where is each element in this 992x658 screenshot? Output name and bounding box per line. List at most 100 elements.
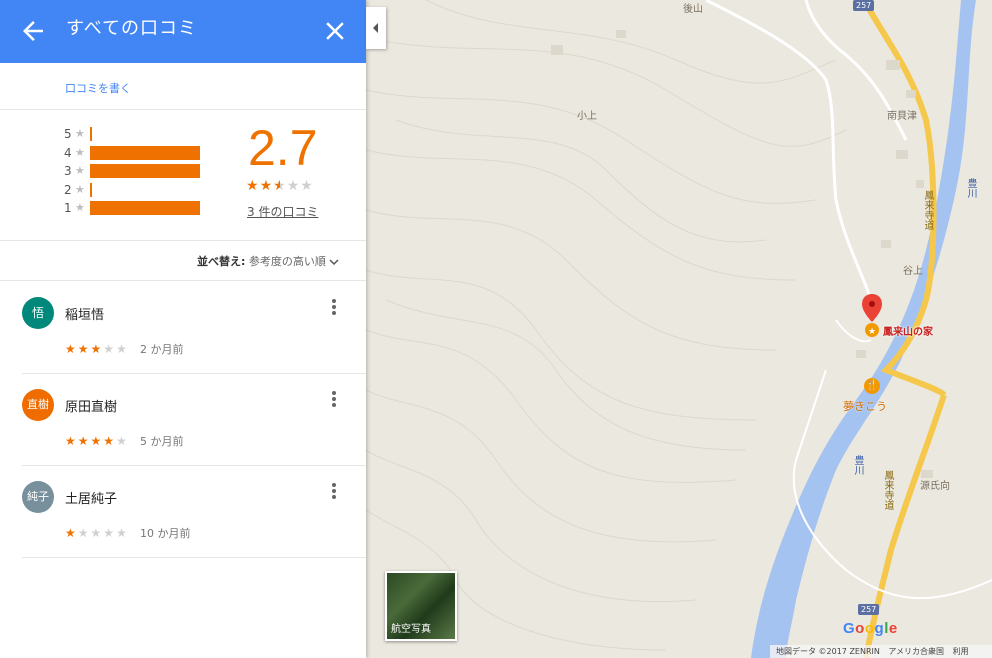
place-name-label[interactable]: 鳳来山の家 bbox=[883, 323, 933, 338]
star-icon: ★ bbox=[246, 178, 260, 194]
avatar[interactable]: 純子 bbox=[22, 481, 54, 513]
more-vert-icon bbox=[332, 483, 336, 487]
star-icon: ★ bbox=[103, 434, 117, 448]
divider bbox=[22, 557, 366, 558]
review-time: 10 か月前 bbox=[140, 527, 191, 540]
chevron-down-icon bbox=[329, 259, 339, 266]
route-shield: 257 bbox=[858, 604, 880, 615]
write-review-link[interactable]: 口コミを書く bbox=[65, 80, 131, 96]
review-count-link[interactable]: 3 件の口コミ bbox=[247, 203, 318, 220]
review-menu-button[interactable] bbox=[326, 297, 342, 321]
attribution-data[interactable]: 地図データ ©2017 ZENRIN bbox=[776, 647, 880, 656]
sort-dropdown[interactable]: 並べ替え: 参考度の高い順 bbox=[197, 253, 339, 269]
panel-header: すべての口コミ bbox=[0, 0, 366, 63]
review-stars: ★★★★★ bbox=[65, 342, 129, 356]
star-icon: ★ bbox=[259, 178, 274, 194]
average-rating-stars: ★★★★★ bbox=[246, 178, 314, 194]
reviewer-name[interactable]: 土居純子 bbox=[65, 488, 117, 507]
map-label: 南貝津 bbox=[887, 111, 917, 122]
map-pin-dot bbox=[869, 301, 875, 307]
review-time: 2 か月前 bbox=[140, 343, 184, 356]
histogram-star-count: 5 bbox=[64, 127, 72, 141]
star-icon: ★ bbox=[103, 342, 117, 356]
review-stars: ★★★★★ bbox=[65, 434, 129, 448]
star-icon: ★ bbox=[75, 127, 85, 140]
star-poi-glyph: ★ bbox=[868, 327, 876, 337]
more-vert-icon bbox=[332, 403, 336, 407]
chevron-left-icon bbox=[373, 23, 378, 33]
river-label: 豊川 bbox=[965, 178, 976, 198]
star-icon: ★ bbox=[116, 526, 129, 540]
divider bbox=[22, 465, 366, 466]
sort-value: 参考度の高い順 bbox=[248, 255, 326, 268]
average-rating: 2.7 bbox=[248, 120, 318, 176]
star-icon: ★ bbox=[77, 342, 91, 356]
aerial-view-label: 航空写真 bbox=[391, 624, 431, 635]
river-label: 豊川 bbox=[852, 455, 863, 475]
star-icon: ★ bbox=[103, 526, 117, 540]
panel-title: すべての口コミ bbox=[66, 18, 198, 39]
review-menu-button[interactable] bbox=[326, 481, 342, 505]
star-icon: ★ bbox=[90, 342, 104, 356]
reviewer-name[interactable]: 稲垣悟 bbox=[65, 304, 104, 323]
histogram-star-count: 1 bbox=[64, 201, 72, 215]
attribution-region[interactable]: アメリカ合衆国 bbox=[888, 647, 944, 656]
star-icon: ★ bbox=[65, 434, 78, 448]
restaurant-label[interactable]: 夢きこう bbox=[843, 398, 887, 414]
close-icon bbox=[326, 22, 344, 40]
avatar[interactable]: 直樹 bbox=[22, 389, 54, 421]
review-item: 悟 稲垣悟 ★★★★★ 2 か月前 bbox=[0, 297, 366, 389]
review-item: 直樹 原田直樹 ★★★★★ 5 か月前 bbox=[0, 389, 366, 481]
close-button[interactable] bbox=[320, 16, 350, 46]
more-vert-icon bbox=[332, 391, 336, 395]
more-vert-icon bbox=[332, 489, 336, 493]
review-stars: ★★★★★ bbox=[65, 526, 129, 540]
histogram-bar bbox=[90, 145, 200, 160]
google-logo: Google bbox=[843, 620, 898, 637]
divider bbox=[0, 109, 366, 110]
arrow-left-icon bbox=[23, 21, 43, 41]
star-icon: ★ bbox=[116, 434, 129, 448]
attribution-terms[interactable]: 利用 bbox=[953, 647, 969, 656]
more-vert-icon bbox=[332, 311, 336, 315]
reviewer-name[interactable]: 原田直樹 bbox=[65, 396, 117, 415]
star-icon: ★ bbox=[65, 526, 78, 540]
back-button[interactable] bbox=[18, 16, 48, 46]
star-icon: ★ bbox=[75, 201, 85, 214]
star-icon: ★ bbox=[273, 178, 287, 194]
map-label: 谷上 bbox=[903, 266, 923, 277]
road-label: 鳳来寺道 bbox=[882, 470, 893, 510]
star-icon: ★ bbox=[77, 526, 91, 540]
route-shield: 257 bbox=[853, 0, 875, 11]
more-vert-icon bbox=[332, 299, 336, 303]
reviews-panel: すべての口コミ 口コミを書く 5 ★ 4 ★ 3 ★ 2 ★ 1 ★ 2.7 ★★★★★ 3 件の… bbox=[0, 0, 366, 658]
aerial-view-toggle[interactable]: 航空写真 bbox=[385, 571, 457, 641]
review-time: 5 か月前 bbox=[140, 435, 184, 448]
histogram-bar bbox=[90, 201, 200, 215]
star-icon: ★ bbox=[90, 434, 104, 448]
star-icon: ★ bbox=[77, 434, 91, 448]
avatar[interactable]: 悟 bbox=[22, 297, 54, 329]
divider bbox=[0, 280, 366, 281]
map-attribution: 地図データ ©2017 ZENRIN アメリカ合衆国 利用 bbox=[770, 645, 992, 658]
review-item: 純子 土居純子 ★★★★★ 10 か月前 bbox=[0, 481, 366, 573]
star-icon: ★ bbox=[116, 342, 129, 356]
star-icon: ★ bbox=[75, 164, 85, 177]
star-icon: ★ bbox=[75, 145, 85, 159]
histogram-star-count: 2 bbox=[64, 182, 72, 197]
star-icon: ★ bbox=[286, 178, 301, 194]
histogram-bar bbox=[90, 164, 200, 178]
divider bbox=[22, 373, 366, 374]
map-label: 源氏向 bbox=[920, 481, 950, 492]
collapse-panel-button[interactable] bbox=[366, 7, 386, 49]
star-icon: ★ bbox=[300, 178, 314, 194]
road-label: 鳳来寺道 bbox=[922, 190, 933, 230]
histogram-star-count: 3 bbox=[64, 164, 72, 178]
histogram-bar bbox=[90, 127, 92, 141]
restaurant-icon[interactable]: 🍴 bbox=[864, 378, 880, 394]
histogram-bar bbox=[90, 182, 92, 197]
review-menu-button[interactable] bbox=[326, 389, 342, 413]
divider bbox=[0, 240, 366, 241]
map-label: 小上 bbox=[577, 111, 597, 122]
sort-label: 並べ替え: bbox=[197, 255, 246, 268]
